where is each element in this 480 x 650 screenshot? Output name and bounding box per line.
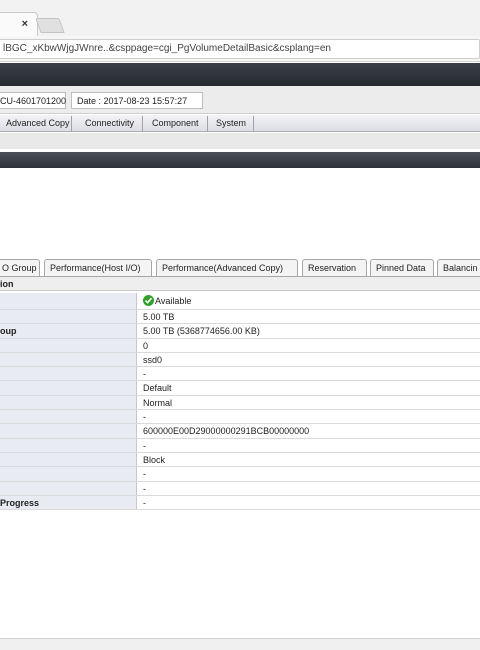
row-label bbox=[0, 395, 137, 410]
row-label bbox=[0, 367, 137, 381]
table-row: - bbox=[0, 481, 480, 496]
tab-reservation[interactable]: Reservation bbox=[302, 259, 367, 276]
row-label bbox=[0, 467, 137, 481]
menu-connectivity[interactable]: Connectivity bbox=[72, 116, 143, 132]
table-row: oup 5.00 TB (5368774656.00 KB) bbox=[0, 324, 480, 339]
tab-raid-group[interactable]: O Group bbox=[0, 259, 40, 276]
menu-system[interactable]: System bbox=[208, 116, 254, 132]
tab-performance-advanced-copy[interactable]: Performance(Advanced Copy) bbox=[156, 259, 298, 276]
check-circle-icon bbox=[143, 295, 154, 306]
submenu-area bbox=[0, 133, 480, 149]
row-value: Block bbox=[143, 454, 166, 465]
row-label bbox=[0, 352, 137, 367]
row-value: ssd0 bbox=[143, 354, 163, 365]
browser-tabstrip: × bbox=[0, 0, 480, 36]
row-label: Progress bbox=[0, 495, 137, 510]
row-value: Available bbox=[142, 293, 480, 309]
status-text: Available bbox=[155, 296, 192, 306]
address-bar: lBGC_xKbwWjgJWnre..&csppage=cgi_PgVolume… bbox=[0, 36, 480, 62]
title-bar bbox=[0, 152, 480, 168]
row-value: 0 bbox=[143, 340, 149, 351]
row-label bbox=[0, 310, 137, 324]
row-value: 5.00 TB bbox=[143, 312, 175, 322]
row-value: Default bbox=[143, 383, 172, 394]
row-value: Normal bbox=[143, 397, 173, 408]
row-label bbox=[0, 381, 137, 395]
row-label bbox=[0, 481, 137, 495]
table-row: - bbox=[0, 467, 480, 482]
menu-advanced-copy[interactable]: Advanced Copy bbox=[0, 116, 72, 132]
row-label bbox=[0, 424, 137, 438]
row-label: oup bbox=[0, 324, 137, 338]
row-label bbox=[0, 338, 137, 352]
table-row: Block bbox=[0, 452, 480, 468]
table-row: - bbox=[0, 367, 480, 382]
row-label bbox=[0, 452, 137, 467]
row-value: - bbox=[143, 497, 146, 508]
storage-name-box: CU-4601701200 bbox=[0, 92, 66, 109]
tab-close-icon[interactable]: × bbox=[22, 18, 28, 30]
table-row: - bbox=[0, 438, 480, 453]
table-row: Normal bbox=[0, 395, 480, 411]
row-label bbox=[0, 438, 137, 452]
row-value: - bbox=[143, 469, 146, 480]
section-title: ion bbox=[0, 276, 480, 291]
table-row: 5.00 TB bbox=[0, 310, 480, 325]
table-row: 0 bbox=[0, 338, 480, 353]
browser-tab[interactable]: × bbox=[0, 12, 38, 36]
menu-component[interactable]: Component bbox=[143, 116, 208, 132]
row-value: - bbox=[143, 412, 146, 423]
row-value: 5.00 TB (5368774656.00 KB) bbox=[143, 326, 260, 337]
table-row: Progress - bbox=[0, 495, 480, 511]
info-bar: CU-4601701200 Date : 2017-08-23 15:57:27 bbox=[0, 86, 480, 114]
table-row: Default bbox=[0, 381, 480, 396]
row-label bbox=[0, 410, 137, 424]
row-value: - bbox=[143, 483, 146, 494]
table-row: Available bbox=[0, 293, 480, 310]
table-row: 600000E00D29000000291BCB00000000 bbox=[0, 424, 480, 439]
new-tab-button[interactable] bbox=[35, 18, 65, 33]
main-menu: Advanced Copy Connectivity Component Sys… bbox=[0, 115, 480, 132]
tab-pinned-data[interactable]: Pinned Data bbox=[370, 259, 434, 276]
status-bar bbox=[0, 638, 480, 650]
row-value: - bbox=[143, 369, 146, 380]
table-row: - bbox=[0, 410, 480, 425]
volume-detail-table: Available 5.00 TB oup 5.00 TB (536877465… bbox=[0, 293, 480, 511]
tab-performance-host-io[interactable]: Performance(Host I/O) bbox=[44, 259, 152, 276]
app-banner bbox=[0, 63, 480, 86]
tab-balancing[interactable]: Balancin bbox=[437, 259, 480, 276]
date-box: Date : 2017-08-23 15:57:27 bbox=[71, 92, 203, 109]
row-value: 600000E00D29000000291BCB00000000 bbox=[143, 426, 310, 437]
row-label bbox=[0, 293, 137, 309]
table-row: ssd0 bbox=[0, 352, 480, 368]
url-field[interactable]: lBGC_xKbwWjgJWnre..&csppage=cgi_PgVolume… bbox=[0, 39, 480, 59]
detail-tabs: O Group Performance(Host I/O) Performanc… bbox=[0, 259, 480, 276]
row-value: - bbox=[143, 440, 146, 451]
